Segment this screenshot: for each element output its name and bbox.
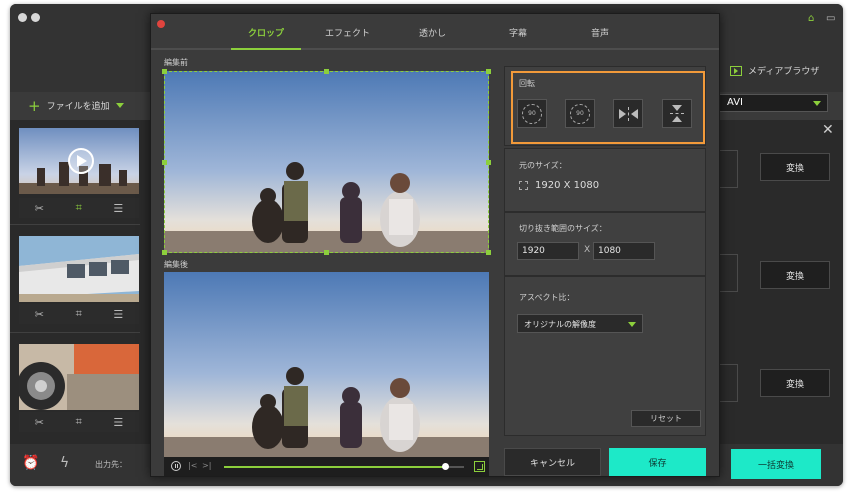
bulk-convert-button[interactable]: 一括変換 [731,449,821,479]
chevron-down-icon [813,101,821,106]
rotate-ccw-button[interactable]: 90 [517,99,547,128]
crop-handle[interactable] [486,250,491,255]
bolt-icon[interactable]: ϟ [60,455,69,471]
window-minimize-dot[interactable] [31,13,40,22]
video-thumbnail[interactable] [19,236,139,302]
aspect-title: アスペクト比： [519,293,575,302]
add-file-button[interactable]: + ファイルを追加 [28,96,124,115]
pause-icon[interactable] [171,461,181,471]
output-format-value: AVI [727,97,743,108]
rotate-ccw-icon: 90 [522,103,542,124]
convert-button[interactable]: 変換 [760,261,830,289]
crop-handle[interactable] [486,69,491,74]
main-window: ⌂ ▭ メディアブラウザ + ファイルを追加 AVI ✕ ✂ ⌗ ☰ ✂ ⌗ ☰… [10,4,843,486]
player-controls: |< >| [164,457,489,476]
list-item[interactable]: ✂ ⌗ ☰ [10,122,140,224]
crop-width-input[interactable]: 1920 [517,242,579,260]
crop-handle[interactable] [324,250,329,255]
clip-tools: ✂ ⌗ ☰ [19,412,139,432]
divider [10,332,140,333]
chat-icon[interactable]: ▭ [826,13,835,24]
crop-size-title: 切り抜き範囲のサイズ： [519,224,607,233]
dialog-tabs: クロップ エフェクト 透かし 字幕 音声 [151,14,719,50]
output-format-select[interactable]: AVI [718,94,828,112]
crop-handle[interactable] [486,160,491,165]
alarm-icon[interactable]: ⏰ [22,455,39,471]
sliders-icon[interactable]: ☰ [113,202,123,215]
clip-tools: ✂ ⌗ ☰ [19,304,139,324]
playback-progress[interactable] [224,463,464,470]
step-back-icon[interactable]: |< [188,461,197,470]
divider [10,224,140,225]
chevron-down-icon [628,322,636,327]
tab-subtitle[interactable]: 字幕 [509,26,527,39]
clip-tools: ✂ ⌗ ☰ [19,198,139,218]
media-browser-icon [730,65,742,76]
crop-frame[interactable] [164,71,489,253]
add-file-label: ファイルを追加 [46,102,110,112]
tab-audio[interactable]: 音声 [591,26,609,39]
sliders-icon[interactable]: ☰ [113,416,123,429]
sliders-icon[interactable]: ☰ [113,308,123,321]
tab-effect[interactable]: エフェクト [325,26,370,39]
close-icon[interactable]: ✕ [822,122,834,138]
aspect-ratio-select[interactable]: オリジナルの解像度 [517,314,643,333]
flip-vertical-icon [670,105,684,122]
crop-icon[interactable]: ⌗ [76,415,82,429]
gift-icon[interactable]: ⌂ [808,13,814,24]
rotate-cw-button[interactable]: 90 [565,99,595,128]
size-separator: X [584,245,591,255]
flip-vertical-button[interactable] [662,99,692,128]
flip-horizontal-icon [618,106,638,121]
video-thumbnail[interactable] [19,128,139,194]
save-button[interactable]: 保存 [609,448,706,476]
video-thumbnail[interactable] [19,344,139,410]
crop-icon[interactable]: ⌗ [76,307,82,321]
crop-handle[interactable] [162,69,167,74]
output-label: 出力先： [95,460,127,469]
crop-handle[interactable] [162,160,167,165]
list-item[interactable]: ✂ ⌗ ☰ [10,336,140,438]
crop-icon[interactable]: ⌗ [76,201,82,215]
crop-dialog: クロップ エフェクト 透かし 字幕 音声 編集前 編集後 |< >| 回転 90… [150,13,720,477]
crop-height-input[interactable]: 1080 [593,242,655,260]
fullscreen-icon[interactable] [474,461,485,472]
playback-knob[interactable] [441,463,449,470]
original-size-title: 元のサイズ： [519,161,567,170]
original-size-value: 1920 X 1080 [535,180,600,191]
list-item[interactable]: ✂ ⌗ ☰ [10,228,140,330]
scissors-icon[interactable]: ✂ [35,308,44,321]
step-forward-icon[interactable]: >| [202,461,211,470]
media-browser-button[interactable]: メディアブラウザ [730,64,819,77]
rotate-cw-icon: 90 [570,103,590,124]
tab-watermark[interactable]: 透かし [419,26,446,39]
plus-icon: + [28,96,41,115]
crop-handle[interactable] [324,69,329,74]
before-label: 編集前 [164,58,188,67]
media-browser-label: メディアブラウザ [748,67,820,77]
cancel-button[interactable]: キャンセル [504,448,601,476]
tab-crop[interactable]: クロップ [248,26,284,39]
window-close-dot[interactable] [18,13,27,22]
convert-button[interactable]: 変換 [760,369,830,397]
expand-icon [519,181,528,190]
active-tab-indicator [231,48,301,50]
convert-button[interactable]: 変換 [760,153,830,181]
playback-progress-fill [224,466,445,468]
rotate-title: 回転 [519,79,535,88]
chevron-down-icon [115,103,124,108]
crop-handle[interactable] [162,250,167,255]
scissors-icon[interactable]: ✂ [35,202,44,215]
flip-horizontal-button[interactable] [613,99,643,128]
after-preview [164,272,489,457]
scissors-icon[interactable]: ✂ [35,416,44,429]
after-label: 編集後 [164,260,188,269]
reset-button[interactable]: リセット [631,410,701,427]
